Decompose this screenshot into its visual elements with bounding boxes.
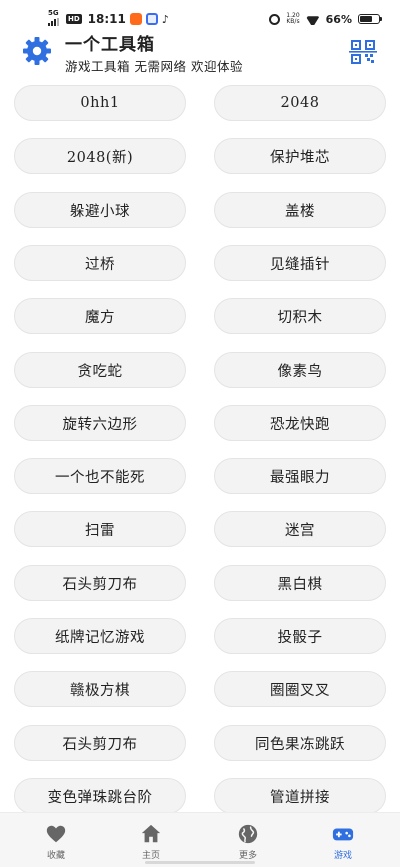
- battery-percent: 66%: [325, 12, 352, 26]
- game-button[interactable]: 最强眼力: [214, 458, 386, 494]
- network-type: 5G: [48, 9, 59, 17]
- gear-icon[interactable]: [22, 36, 52, 66]
- speed-unit: KB/s: [286, 18, 300, 25]
- page-subtitle: 游戏工具箱 无需网络 欢迎体验: [65, 59, 243, 74]
- app-notification-icon: [145, 13, 158, 25]
- nav-label: 游戏: [333, 851, 352, 861]
- nav-label: 更多: [238, 851, 257, 861]
- game-button[interactable]: 石头剪刀布: [14, 725, 186, 761]
- home-icon: [141, 824, 161, 843]
- game-button[interactable]: 管道拼接: [214, 778, 386, 814]
- game-button[interactable]: 保护堆芯: [214, 138, 386, 174]
- nav-label: 收藏: [46, 851, 65, 861]
- game-button[interactable]: 迷宫: [214, 511, 386, 547]
- game-button[interactable]: 恐龙快跑: [214, 405, 386, 441]
- game-button[interactable]: 石头剪刀布: [14, 565, 186, 601]
- game-button[interactable]: 见缝插针: [214, 245, 386, 281]
- heart-icon: [46, 825, 66, 843]
- game-button[interactable]: 魔方: [14, 298, 186, 334]
- game-button[interactable]: 切积木: [214, 298, 386, 334]
- app-notification-icon: [129, 13, 142, 25]
- globe-icon: [238, 824, 258, 844]
- alarm-icon: [269, 13, 281, 25]
- game-button[interactable]: 0hh1: [14, 85, 186, 121]
- game-button[interactable]: 圈圈叉叉: [214, 671, 386, 707]
- network-speed: 1.20 KB/s: [286, 13, 299, 25]
- tiktok-icon: ♪: [161, 12, 169, 26]
- nav-label: 主页: [141, 851, 160, 861]
- clock: 18:11: [87, 12, 126, 26]
- game-button[interactable]: 扫雷: [14, 511, 186, 547]
- status-right: 1.20 KB/s 66%: [269, 12, 382, 26]
- status-left: 5G HD 18:11 ♪: [48, 9, 169, 26]
- app-header: 一个工具箱 游戏工具箱 无需网络 欢迎体验: [0, 30, 400, 76]
- game-button[interactable]: 2048: [214, 85, 386, 121]
- nav-home[interactable]: 主页: [101, 813, 201, 867]
- game-button[interactable]: 旋转六边形: [14, 405, 186, 441]
- game-button[interactable]: 赣极方棋: [14, 671, 186, 707]
- game-button[interactable]: 贪吃蛇: [14, 352, 186, 388]
- signal-icon: 5G: [48, 9, 62, 26]
- battery-icon: [358, 14, 382, 24]
- bottom-nav: 收藏 主页 更多 游戏: [0, 812, 400, 867]
- game-button[interactable]: 同色果冻跳跃: [214, 725, 386, 761]
- hd-badge: HD: [66, 14, 82, 24]
- game-button[interactable]: 纸牌记忆游戏: [14, 618, 186, 654]
- game-button[interactable]: 像素鸟: [214, 352, 386, 388]
- game-button[interactable]: 盖楼: [214, 192, 386, 228]
- gamepad-icon: [332, 828, 354, 841]
- nav-more[interactable]: 更多: [198, 813, 298, 867]
- game-button[interactable]: 一个也不能死: [14, 458, 186, 494]
- status-bar: 5G HD 18:11 ♪ 1.20 KB/s 66%: [0, 0, 400, 34]
- nav-games[interactable]: 游戏: [293, 813, 393, 867]
- page-title: 一个工具箱: [65, 35, 155, 55]
- game-button[interactable]: 黑白棋: [214, 565, 386, 601]
- home-indicator[interactable]: [145, 861, 255, 864]
- game-button[interactable]: 躲避小球: [14, 192, 186, 228]
- wifi-icon: [306, 14, 320, 25]
- game-button[interactable]: 投骰子: [214, 618, 386, 654]
- nav-favorites[interactable]: 收藏: [6, 813, 106, 867]
- game-button[interactable]: 过桥: [14, 245, 186, 281]
- qr-scan-icon[interactable]: [349, 38, 377, 66]
- game-button[interactable]: 2048(新): [14, 138, 186, 174]
- game-button[interactable]: 变色弹珠跳台阶: [14, 778, 186, 814]
